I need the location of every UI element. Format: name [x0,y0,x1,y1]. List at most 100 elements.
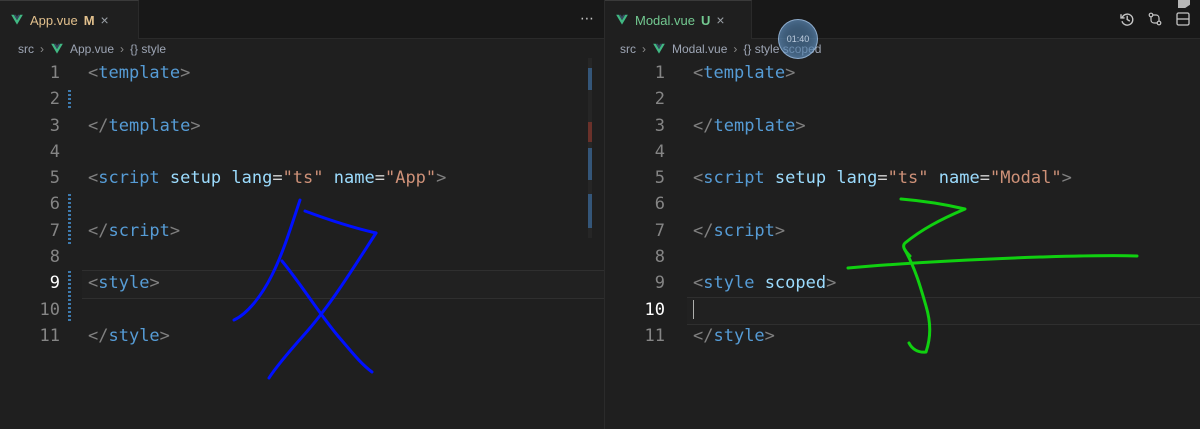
code-token: script [713,220,775,241]
code-line: </script> [88,218,604,244]
line-number: 2 [654,89,665,110]
code-token: > [774,220,786,241]
code-line: </style> [88,323,604,349]
close-icon[interactable]: × [101,12,109,28]
code-line: <template> [88,60,604,86]
code-line: </style> [693,323,1200,349]
code-token: template [98,63,181,83]
code-token: > [436,168,447,189]
code-token: < [693,63,704,83]
tab-app-vue[interactable]: App.vue M × [0,0,139,39]
code-token: < [88,273,99,294]
code-token: </ [693,115,714,136]
right-code-editor[interactable]: 1 2 3 4 5 6 7 8 9 10 11 <template> </template> <scri… [605,60,1200,429]
code-token: > [1061,168,1072,189]
breadcrumb-src[interactable]: src [18,42,34,56]
line-number: 3 [654,115,665,136]
tab-modal-vue[interactable]: Modal.vue U × [605,0,752,39]
line-number: 11 [644,325,665,346]
minimap-segment [588,122,592,142]
code-line: <script setup lang="ts" name="App"> [88,165,604,191]
left-tab-bar: App.vue M × ⋯ [0,0,604,39]
breadcrumb-file[interactable]: App.vue [50,42,114,56]
right-line-gutter: 1 2 3 4 5 6 7 8 9 10 11 [605,60,685,429]
code-token: name [333,168,375,189]
code-token: style [98,273,150,294]
left-dirty-diff-marks [68,60,72,429]
code-token: "App" [384,168,437,189]
minimap-segment [588,68,592,90]
code-token: script [703,168,765,189]
right-breadcrumb: src › Modal.vue › {} style scoped [620,40,821,58]
dirty-diff-mark [68,271,71,323]
code-token: < [693,273,704,294]
chevron-right-icon: › [120,42,125,56]
left-code-editor[interactable]: 1 2 3 4 5 6 7 8 9 10 11 <template> </template> <scri… [0,60,604,429]
line-number: 7 [654,220,665,241]
code-token: </ [693,325,714,346]
code-line: </script> [693,218,1200,244]
text-cursor [693,300,694,319]
code-token: < [88,63,99,83]
code-token: > [826,273,837,294]
code-token: style [108,325,160,346]
left-minimap[interactable] [588,58,592,238]
breadcrumb-src[interactable]: src [620,42,636,56]
split-editor-icon[interactable] [1174,10,1192,28]
breadcrumb-symbol[interactable]: {} style [130,42,166,56]
code-token: lang [836,168,878,189]
more-actions-icon[interactable]: ⋯ [578,10,596,28]
vue-icon [50,42,64,56]
tab-filename: App.vue [30,12,78,28]
code-token: style [713,325,765,346]
code-token: script [108,220,170,241]
dirty-diff-mark [68,194,71,246]
breadcrumb-symbol[interactable]: {} style scoped [743,42,821,56]
minimap-segment [588,148,592,180]
right-tab-bar: Modal.vue U × [605,0,1200,39]
close-icon[interactable]: × [716,12,724,28]
vue-icon [615,13,629,27]
code-token: > [795,115,806,136]
code-token: > [785,63,796,83]
code-line [687,296,1200,326]
breadcrumb-filename: Modal.vue [672,42,728,56]
code-token: = [877,168,888,189]
code-token: "ts" [282,168,324,189]
left-breadcrumb: src › App.vue › {} style [18,40,166,58]
code-token: </ [88,220,109,241]
code-token: setup [169,168,222,189]
compare-changes-icon[interactable] [1146,10,1164,28]
tab-status: U [700,12,711,28]
dirty-diff-mark [68,90,71,110]
minimap-segment [588,194,592,228]
code-token: "ts" [887,168,929,189]
code-token: > [764,325,775,346]
breadcrumb-file[interactable]: Modal.vue [652,42,727,56]
code-token: < [693,168,704,189]
line-number: 8 [654,247,665,268]
line-number: 5 [654,168,665,189]
line-number: 9 [654,273,665,294]
code-token: </ [693,220,714,241]
code-line: </template> [693,113,1200,139]
timeline-icon[interactable] [1118,10,1136,28]
code-token: = [374,168,385,189]
right-scrollbar[interactable] [1190,60,1200,429]
code-token: </ [88,115,109,136]
code-token: style [703,273,755,294]
tab-filename: Modal.vue [635,12,695,28]
code-line: <style scoped> [693,270,1200,296]
code-line: <template> [693,60,1200,86]
line-number: 10 [644,299,665,320]
